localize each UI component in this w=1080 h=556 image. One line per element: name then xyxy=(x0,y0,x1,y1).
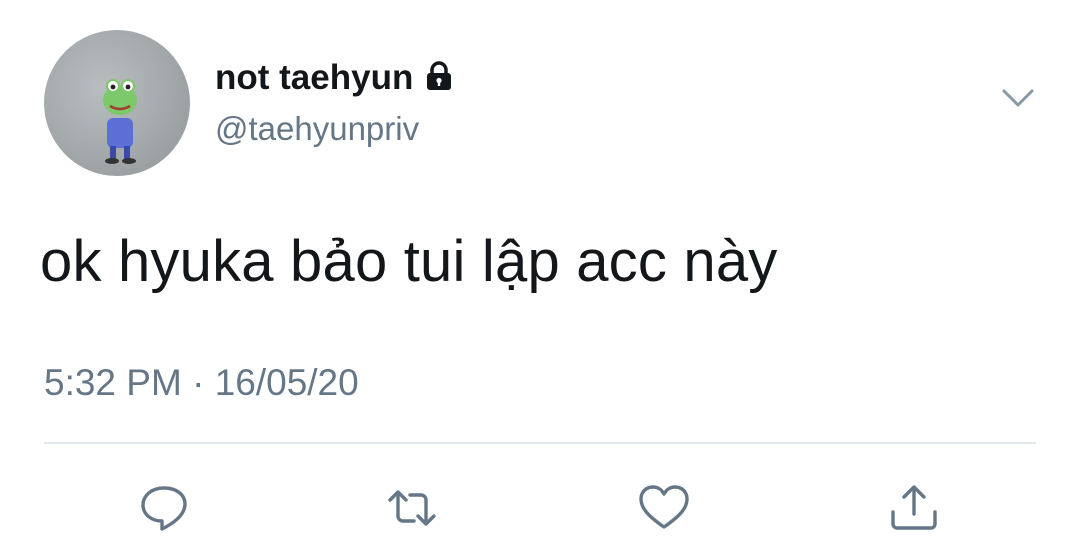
avatar[interactable] xyxy=(44,30,190,176)
tweet-time: 5:32 PM xyxy=(44,362,182,403)
retweet-button[interactable] xyxy=(384,480,440,536)
user-handle[interactable]: @taehyunpriv xyxy=(215,110,419,148)
display-name-text: not taehyun xyxy=(215,58,414,97)
lock-icon xyxy=(425,60,453,100)
timestamp-separator: · xyxy=(192,362,205,403)
reply-button[interactable] xyxy=(136,480,192,536)
frog-avatar-image xyxy=(103,79,137,164)
tweet-date: 16/05/20 xyxy=(214,362,359,403)
tweet-timestamp[interactable]: 5:32 PM · 16/05/20 xyxy=(44,362,359,404)
like-button[interactable] xyxy=(636,480,692,536)
share-button[interactable] xyxy=(886,480,942,536)
heart-icon xyxy=(639,485,689,529)
share-icon xyxy=(891,485,937,530)
divider xyxy=(44,442,1036,444)
tweet-text: ok hyuka bảo tui lập acc này xyxy=(40,229,778,294)
display-name[interactable]: not taehyun xyxy=(215,58,453,100)
chevron-down-icon[interactable] xyxy=(1000,86,1036,110)
retweet-icon xyxy=(388,490,436,526)
reply-icon xyxy=(141,486,187,531)
